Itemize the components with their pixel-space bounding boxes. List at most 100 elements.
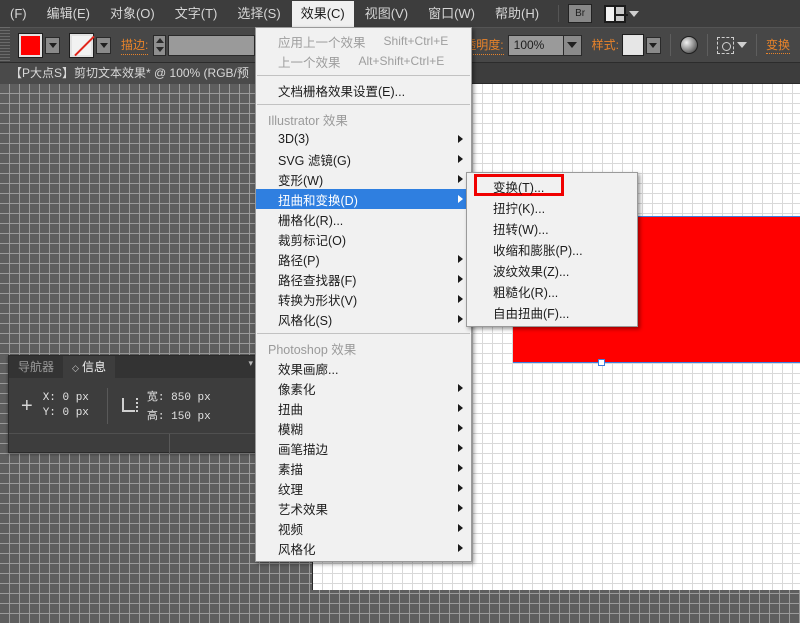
submenu-item-twist[interactable]: 扭拧(K)... <box>467 197 637 218</box>
menu-item-path[interactable]: 路径(P) <box>256 249 471 269</box>
stroke-color-swatch[interactable] <box>70 34 93 57</box>
menu-view[interactable]: 视图(V) <box>356 1 417 27</box>
fill-color-swatch[interactable] <box>19 34 42 57</box>
menu-item-label: 风格化 <box>278 539 316 558</box>
arrange-documents-icon <box>604 5 626 23</box>
info-panel-divider <box>107 388 108 424</box>
submenu-item-roughen[interactable]: 粗糙化(R)... <box>467 281 637 302</box>
menu-section-photoshop-effects: Photoshop 效果 <box>256 338 471 358</box>
menu-item-video[interactable]: 视频 <box>256 518 471 538</box>
info-panel[interactable]: 导航器 ◇信息 ▾ + X: 0 px Y: 0 px <box>8 355 258 453</box>
stroke-weight-stepper[interactable] <box>153 35 166 56</box>
menu-item-3d[interactable]: 3D(3) <box>256 129 471 149</box>
control-bar-grip[interactable] <box>0 27 10 63</box>
panel-collapse-icon[interactable]: ▾ <box>248 358 253 369</box>
submenu-arrow-icon <box>458 444 463 452</box>
info-h-row: 高: 150 px <box>147 407 211 423</box>
stepper-up-icon <box>156 38 164 43</box>
dimensions-icon <box>122 398 138 414</box>
chevron-down-icon[interactable] <box>737 42 747 48</box>
menu-item-label: 自由扭曲(F)... <box>493 303 569 322</box>
menu-file[interactable]: (F) <box>1 1 36 27</box>
tab-info[interactable]: ◇信息 <box>63 356 115 378</box>
submenu-arrow-icon <box>458 275 463 283</box>
transform-link[interactable]: 变换 <box>766 36 790 54</box>
menu-item-label: 扭拧(K)... <box>493 198 545 217</box>
menu-item-warp[interactable]: 变形(W) <box>256 169 471 189</box>
effects-menu[interactable]: 应用上一个效果 Shift+Ctrl+E 上一个效果 Alt+Shift+Ctr… <box>255 27 472 562</box>
menu-item-document-raster-settings[interactable]: 文档栅格效果设置(E)... <box>256 80 471 100</box>
menu-item-pathfinder[interactable]: 路径查找器(F) <box>256 269 471 289</box>
tab-navigator[interactable]: 导航器 <box>9 356 63 378</box>
menu-effect[interactable]: 效果(C) <box>292 1 354 27</box>
info-h-value: 150 px <box>171 411 211 423</box>
menu-item-label: 艺术效果 <box>278 499 328 518</box>
menu-edit[interactable]: 编辑(E) <box>38 1 99 27</box>
menu-select[interactable]: 选择(S) <box>228 1 289 27</box>
menu-item-svg-filters[interactable]: SVG 滤镜(G) <box>256 149 471 169</box>
submenu-item-transform[interactable]: 变换(T)... <box>467 176 637 197</box>
document-tab[interactable]: 【P大点S】剪切文本效果* @ 100% (RGB/预 <box>0 63 260 84</box>
control-bar-divider-2 <box>707 34 708 56</box>
menu-type[interactable]: 文字(T) <box>166 1 227 27</box>
menu-item-label: 纹理 <box>278 479 303 498</box>
isolate-selected-icon[interactable] <box>717 37 734 54</box>
submenu-arrow-icon <box>458 295 463 303</box>
menu-item-distort-ps[interactable]: 扭曲 <box>256 398 471 418</box>
tab-info-label: 信息 <box>82 360 106 374</box>
submenu-item-pucker-bloat[interactable]: 收缩和膨胀(P)... <box>467 239 637 260</box>
diamond-icon: ◇ <box>72 363 79 373</box>
submenu-arrow-icon <box>458 404 463 412</box>
menu-item-artistic[interactable]: 艺术效果 <box>256 498 471 518</box>
menu-item-pixelate[interactable]: 像素化 <box>256 378 471 398</box>
menu-item-label: 应用上一个效果 <box>278 32 366 51</box>
chevron-down-icon <box>629 11 639 17</box>
menu-item-label: SVG 滤镜(G) <box>278 150 351 169</box>
menu-item-apply-last-effect[interactable]: 应用上一个效果 Shift+Ctrl+E <box>256 31 471 51</box>
menu-item-convert-to-shape[interactable]: 转换为形状(V) <box>256 289 471 309</box>
opacity-dropdown-button[interactable] <box>563 36 581 55</box>
info-panel-footer <box>9 433 257 453</box>
menu-bar: (F) 编辑(E) 对象(O) 文字(T) 选择(S) 效果(C) 视图(V) … <box>0 0 800 27</box>
submenu-item-twirl[interactable]: 扭转(W)... <box>467 218 637 239</box>
bridge-icon[interactable]: Br <box>568 4 592 23</box>
chevron-down-icon <box>100 43 108 48</box>
menu-item-label: 裁剪标记(O) <box>278 230 346 249</box>
selection-edge-bottom <box>513 362 800 363</box>
submenu-arrow-icon <box>458 524 463 532</box>
menubar-divider <box>558 5 559 22</box>
menu-item-label: 像素化 <box>278 379 316 398</box>
graphic-style-dropdown[interactable] <box>646 37 661 54</box>
menu-item-brush-strokes[interactable]: 画笔描边 <box>256 438 471 458</box>
submenu-item-zig-zag[interactable]: 波纹效果(Z)... <box>467 260 637 281</box>
menu-item-label: 画笔描边 <box>278 439 328 458</box>
menu-object[interactable]: 对象(O) <box>101 1 164 27</box>
menu-item-sketch[interactable]: 素描 <box>256 458 471 478</box>
menu-item-distort-and-transform[interactable]: 扭曲和变换(D) <box>256 189 471 209</box>
menu-item-last-effect[interactable]: 上一个效果 Alt+Shift+Ctrl+E <box>256 51 471 71</box>
menu-item-label: 粗糙化(R)... <box>493 282 558 301</box>
menu-item-rasterize[interactable]: 栅格化(R)... <box>256 209 471 229</box>
menu-item-crop-marks[interactable]: 裁剪标记(O) <box>256 229 471 249</box>
menu-item-label: 收缩和膨胀(P)... <box>493 240 583 259</box>
menu-help[interactable]: 帮助(H) <box>486 1 548 27</box>
distort-and-transform-submenu[interactable]: 变换(T)... 扭拧(K)... 扭转(W)... 收缩和膨胀(P)... 波… <box>466 172 638 327</box>
menu-item-label: 效果画廊... <box>278 359 338 378</box>
graphic-style-swatch[interactable] <box>623 35 643 55</box>
opacity-combo[interactable]: 100% <box>508 35 582 56</box>
menu-item-stylize-ai[interactable]: 风格化(S) <box>256 309 471 329</box>
menu-item-stylize-ps[interactable]: 风格化 <box>256 538 471 558</box>
menu-item-blur[interactable]: 模糊 <box>256 418 471 438</box>
stroke-swatch-dropdown[interactable] <box>96 37 111 54</box>
menu-separator <box>257 104 470 105</box>
submenu-item-free-distort[interactable]: 自由扭曲(F)... <box>467 302 637 323</box>
menu-item-effect-gallery[interactable]: 效果画廊... <box>256 358 471 378</box>
selection-handle-bottom[interactable] <box>598 359 605 366</box>
menu-item-texture[interactable]: 纹理 <box>256 478 471 498</box>
menu-window[interactable]: 窗口(W) <box>419 1 484 27</box>
gradient-icon[interactable] <box>680 36 698 54</box>
menu-item-label: 视频 <box>278 519 303 538</box>
info-panel-tabs: 导航器 ◇信息 ▾ <box>9 356 257 378</box>
arrange-documents-button[interactable] <box>604 5 639 23</box>
fill-swatch-dropdown[interactable] <box>45 37 60 54</box>
